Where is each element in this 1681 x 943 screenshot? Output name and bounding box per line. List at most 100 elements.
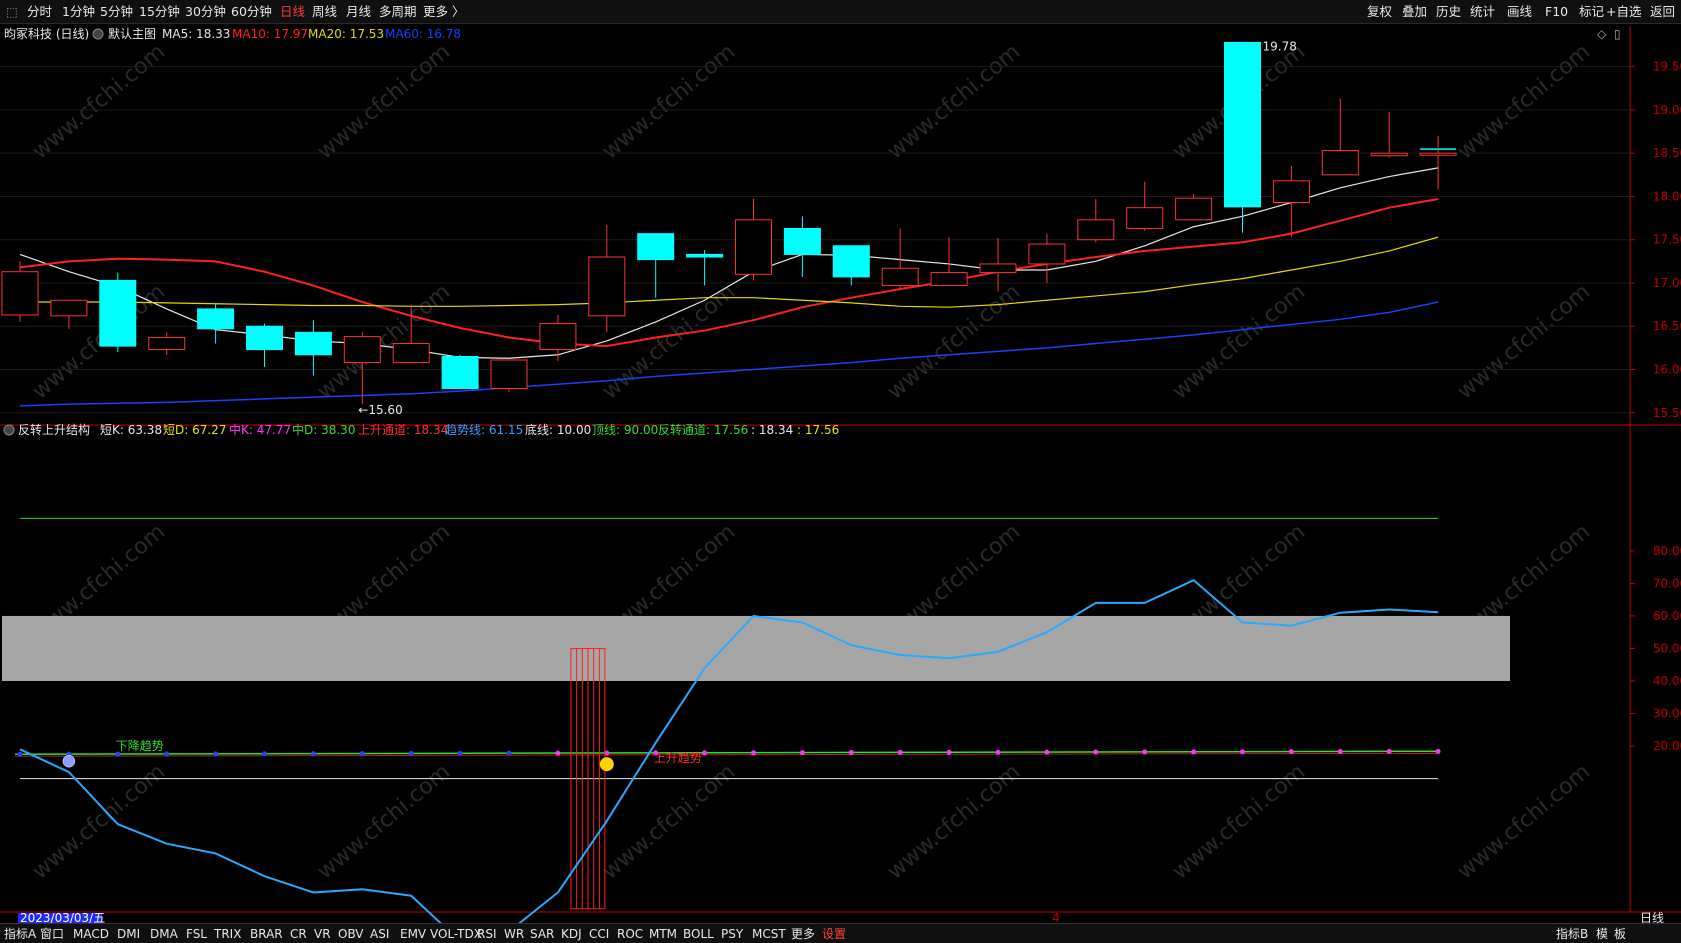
candle-body: [539, 323, 577, 351]
ma60-legend: MA60: 16.78: [385, 27, 461, 41]
sub-tick-label: 80.00: [1653, 544, 1681, 558]
price-tick-label: 18.00: [1653, 189, 1681, 203]
indicator-tab-14[interactable]: RSI: [477, 925, 497, 943]
candle-body: [441, 356, 479, 390]
watermark-text: www.cfchi.com: [313, 39, 455, 164]
candle-body: [343, 336, 381, 364]
indicator-value-5: 趋势线: 61.15: [445, 423, 523, 437]
indicator-name: 反转上升结构: [18, 422, 90, 437]
indicator-tab-5[interactable]: FSL: [186, 925, 207, 943]
candle-body: [1077, 219, 1115, 241]
down-face-icon: [62, 754, 76, 768]
indicator-value-3: 中D: 38.30: [292, 422, 355, 437]
indicator-tab-15[interactable]: WR: [504, 925, 524, 943]
channel-marker: [1142, 749, 1148, 755]
channel-marker: [17, 751, 23, 757]
channel-marker: [1435, 748, 1441, 754]
month-marker: 4: [1052, 911, 1060, 923]
indicator-tab-20[interactable]: MTM: [649, 925, 677, 943]
candle-body: [1, 271, 39, 316]
indicator-b-tab-2[interactable]: 板: [1614, 925, 1626, 943]
candle-body: [197, 308, 235, 330]
watermark-text: www.cfchi.com: [1168, 279, 1310, 404]
up-trend-label: 上升趋势: [654, 751, 702, 765]
indicator-tab-2[interactable]: MACD: [73, 925, 109, 943]
candle-body: [148, 336, 186, 351]
watermark-text: www.cfchi.com: [1453, 39, 1595, 164]
channel-marker: [702, 750, 708, 756]
channel-marker: [1191, 749, 1197, 755]
indicator-tab-18[interactable]: CCI: [589, 925, 609, 943]
indicator-tab-13[interactable]: VOL-TDX: [430, 925, 482, 943]
indicator-b-tab-1[interactable]: 模: [1596, 925, 1608, 943]
indicator-tab-22[interactable]: PSY: [721, 925, 743, 943]
channel-marker: [848, 750, 854, 756]
channel-marker: [946, 749, 952, 755]
candle-body: [99, 279, 137, 347]
indicator-tab-21[interactable]: BOLL: [683, 925, 714, 943]
sub-tick-label: 70.00: [1653, 576, 1681, 590]
indicator-tab-12[interactable]: EMV: [400, 925, 426, 943]
channel-marker: [1240, 749, 1245, 755]
channel-marker: [995, 749, 1001, 755]
ma20-legend: MA20: 17.53: [308, 27, 384, 41]
candle-body: [832, 245, 870, 278]
candle-body: [294, 331, 332, 356]
indicator-toggle-icon[interactable]: [3, 424, 15, 436]
indicator-tab-24[interactable]: 更多: [791, 925, 815, 943]
template-name: 默认主图: [108, 26, 156, 41]
indicator-tab-3[interactable]: DMI: [117, 925, 140, 943]
channel-marker: [1044, 749, 1050, 755]
candle-body: [1175, 197, 1213, 221]
price-tick-label: 19.00: [1653, 103, 1681, 117]
indicator-b-tab-0[interactable]: 指标B: [1556, 925, 1588, 943]
indicator-tab-11[interactable]: ASI: [370, 925, 389, 943]
indicator-tab-23[interactable]: MCST: [752, 925, 786, 943]
indicator-tab-6[interactable]: TRIX: [214, 925, 241, 943]
indicator-tab-7[interactable]: BRAR: [250, 925, 283, 943]
channel-marker: [359, 751, 365, 757]
indicator-tab-4[interactable]: DMA: [150, 925, 178, 943]
pane-maximize-icon[interactable]: ▯: [1614, 27, 1621, 41]
indicator-tab-16[interactable]: SAR: [530, 925, 554, 943]
watermark-text: www.cfchi.com: [28, 39, 170, 164]
indicator-tab-19[interactable]: ROC: [617, 925, 643, 943]
candle-body: [930, 272, 968, 287]
pane-option-icon[interactable]: ◇: [1597, 27, 1607, 41]
channel-marker: [1386, 748, 1392, 754]
price-tick-label: 17.50: [1653, 233, 1681, 247]
channel-marker: [1288, 749, 1294, 755]
indicator-tab-0[interactable]: 指标A: [4, 925, 36, 943]
candle-body: [1028, 243, 1066, 265]
candle-body: [1272, 180, 1310, 204]
sub-tick-label: 30.00: [1653, 707, 1681, 721]
channel-marker: [506, 750, 512, 756]
indicator-tab-17[interactable]: KDJ: [561, 925, 582, 943]
template-toggle-icon[interactable]: [92, 28, 104, 40]
settings-button[interactable]: 设置: [822, 925, 846, 943]
channel-marker: [799, 750, 805, 756]
indicator-value-4: 上升通道: 18.34: [358, 423, 448, 437]
smile-face-icon: [599, 757, 614, 772]
indicator-value-9: : 18.34: [751, 423, 793, 437]
indicator-value-10: : 17.56: [797, 423, 839, 437]
candle-body: [392, 343, 430, 364]
candle-body: [588, 256, 626, 317]
indicator-value-7: 顶线: 90.00: [592, 423, 658, 437]
period-label: 日线: [1640, 911, 1664, 923]
price-tick-label: 16.00: [1653, 362, 1681, 376]
indicator-tab-1[interactable]: 窗口: [40, 925, 64, 943]
sub-tick-label: 20.00: [1653, 739, 1681, 753]
indicator-tab-10[interactable]: OBV: [338, 925, 364, 943]
watermark-text: www.cfchi.com: [883, 279, 1025, 404]
channel-marker: [1337, 749, 1343, 755]
indicator-tab-9[interactable]: VR: [314, 925, 331, 943]
channel-marker: [751, 750, 756, 756]
chart-area: www.cfchi.com www.cfchi.com www.cfchi.com w…: [0, 26, 1681, 923]
indicator-tab-8[interactable]: CR: [290, 925, 307, 943]
low-price-label: ←15.60: [358, 403, 402, 417]
price-tick-label: 19.50: [1653, 60, 1681, 74]
channel-marker: [213, 751, 219, 757]
channel-marker: [408, 750, 414, 756]
candle-body: [637, 233, 675, 261]
